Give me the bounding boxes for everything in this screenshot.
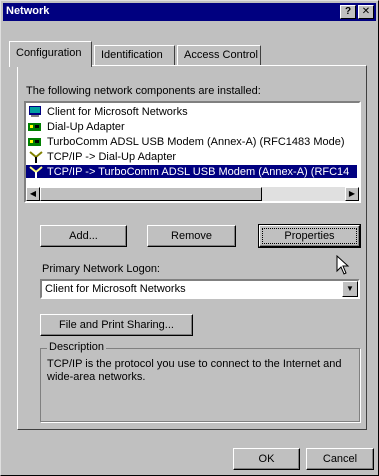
adapter-icon bbox=[28, 121, 44, 133]
adapter-icon bbox=[28, 136, 44, 148]
protocol-icon bbox=[28, 165, 44, 178]
protocol-icon bbox=[28, 150, 44, 163]
properties-button-label: Properties bbox=[284, 230, 335, 242]
remove-button-label: Remove bbox=[171, 230, 212, 242]
tab-label: Configuration bbox=[16, 47, 82, 59]
cancel-button[interactable]: Cancel bbox=[306, 448, 374, 470]
remove-button[interactable]: Remove bbox=[147, 225, 236, 247]
description-text: TCP/IP is the protocol you use to connec… bbox=[47, 358, 342, 383]
list-item-label: TCP/IP -> TurboComm ADSL USB Modem (Anne… bbox=[47, 165, 350, 178]
file-print-sharing-button[interactable]: File and Print Sharing... bbox=[40, 314, 193, 336]
list-item[interactable]: Client for Microsoft Networks bbox=[28, 105, 188, 118]
list-item-label: TCP/IP -> Dial-Up Adapter bbox=[47, 150, 177, 163]
scroll-left-arrow-icon[interactable]: ◀ bbox=[26, 187, 40, 201]
client-icon bbox=[28, 105, 44, 118]
list-item[interactable]: Dial-Up Adapter bbox=[28, 120, 125, 133]
scroll-right-arrow-icon[interactable]: ▶ bbox=[345, 187, 359, 201]
cancel-button-label: Cancel bbox=[322, 453, 358, 465]
tab-access-control[interactable]: Access Control bbox=[177, 45, 261, 65]
primary-logon-value: Client for Microsoft Networks bbox=[45, 283, 186, 295]
close-button[interactable]: ✕ bbox=[358, 5, 374, 19]
description-group: Description TCP/IP is the protocol you u… bbox=[40, 341, 360, 422]
list-item-label: Client for Microsoft Networks bbox=[47, 105, 188, 118]
ok-button[interactable]: OK bbox=[233, 448, 300, 470]
horizontal-scrollbar[interactable]: ◀ ▶ bbox=[26, 187, 359, 201]
components-heading: The following network components are ins… bbox=[26, 85, 261, 97]
list-item-selected[interactable]: TCP/IP -> TurboComm ADSL USB Modem (Anne… bbox=[26, 165, 357, 178]
properties-button[interactable]: Properties bbox=[258, 224, 361, 248]
scroll-thumb[interactable] bbox=[40, 187, 262, 201]
list-item-label: TurboComm ADSL USB Modem (Annex-A) (RFC1… bbox=[47, 135, 345, 148]
chevron-down-icon[interactable]: ▼ bbox=[342, 281, 358, 297]
title-bar: Network ? ✕ bbox=[3, 3, 376, 21]
primary-logon-label: Primary Network Logon: bbox=[42, 263, 160, 275]
window-title: Network bbox=[6, 5, 50, 17]
primary-logon-select[interactable]: Client for Microsoft Networks ▼ bbox=[40, 279, 360, 299]
list-item-label: Dial-Up Adapter bbox=[47, 120, 125, 133]
description-legend: Description bbox=[47, 341, 107, 353]
help-button[interactable]: ? bbox=[340, 5, 356, 19]
mouse-pointer-icon bbox=[336, 254, 350, 278]
tab-identification[interactable]: Identification bbox=[94, 45, 175, 65]
ok-button-label: OK bbox=[258, 453, 275, 465]
file-print-sharing-label: File and Print Sharing... bbox=[59, 319, 174, 331]
list-item[interactable]: TurboComm ADSL USB Modem (Annex-A) (RFC1… bbox=[28, 135, 345, 148]
add-button-label: Add... bbox=[69, 230, 98, 242]
components-list[interactable]: Client for Microsoft Networks Dial-Up Ad… bbox=[24, 101, 361, 203]
tab-configuration[interactable]: Configuration bbox=[9, 41, 92, 67]
add-button[interactable]: Add... bbox=[40, 225, 127, 247]
tab-label: Access Control bbox=[184, 49, 258, 61]
tab-label: Identification bbox=[101, 49, 163, 61]
network-dialog: Network ? ✕ Configuration Identification… bbox=[0, 0, 379, 476]
list-item[interactable]: TCP/IP -> Dial-Up Adapter bbox=[28, 150, 176, 163]
